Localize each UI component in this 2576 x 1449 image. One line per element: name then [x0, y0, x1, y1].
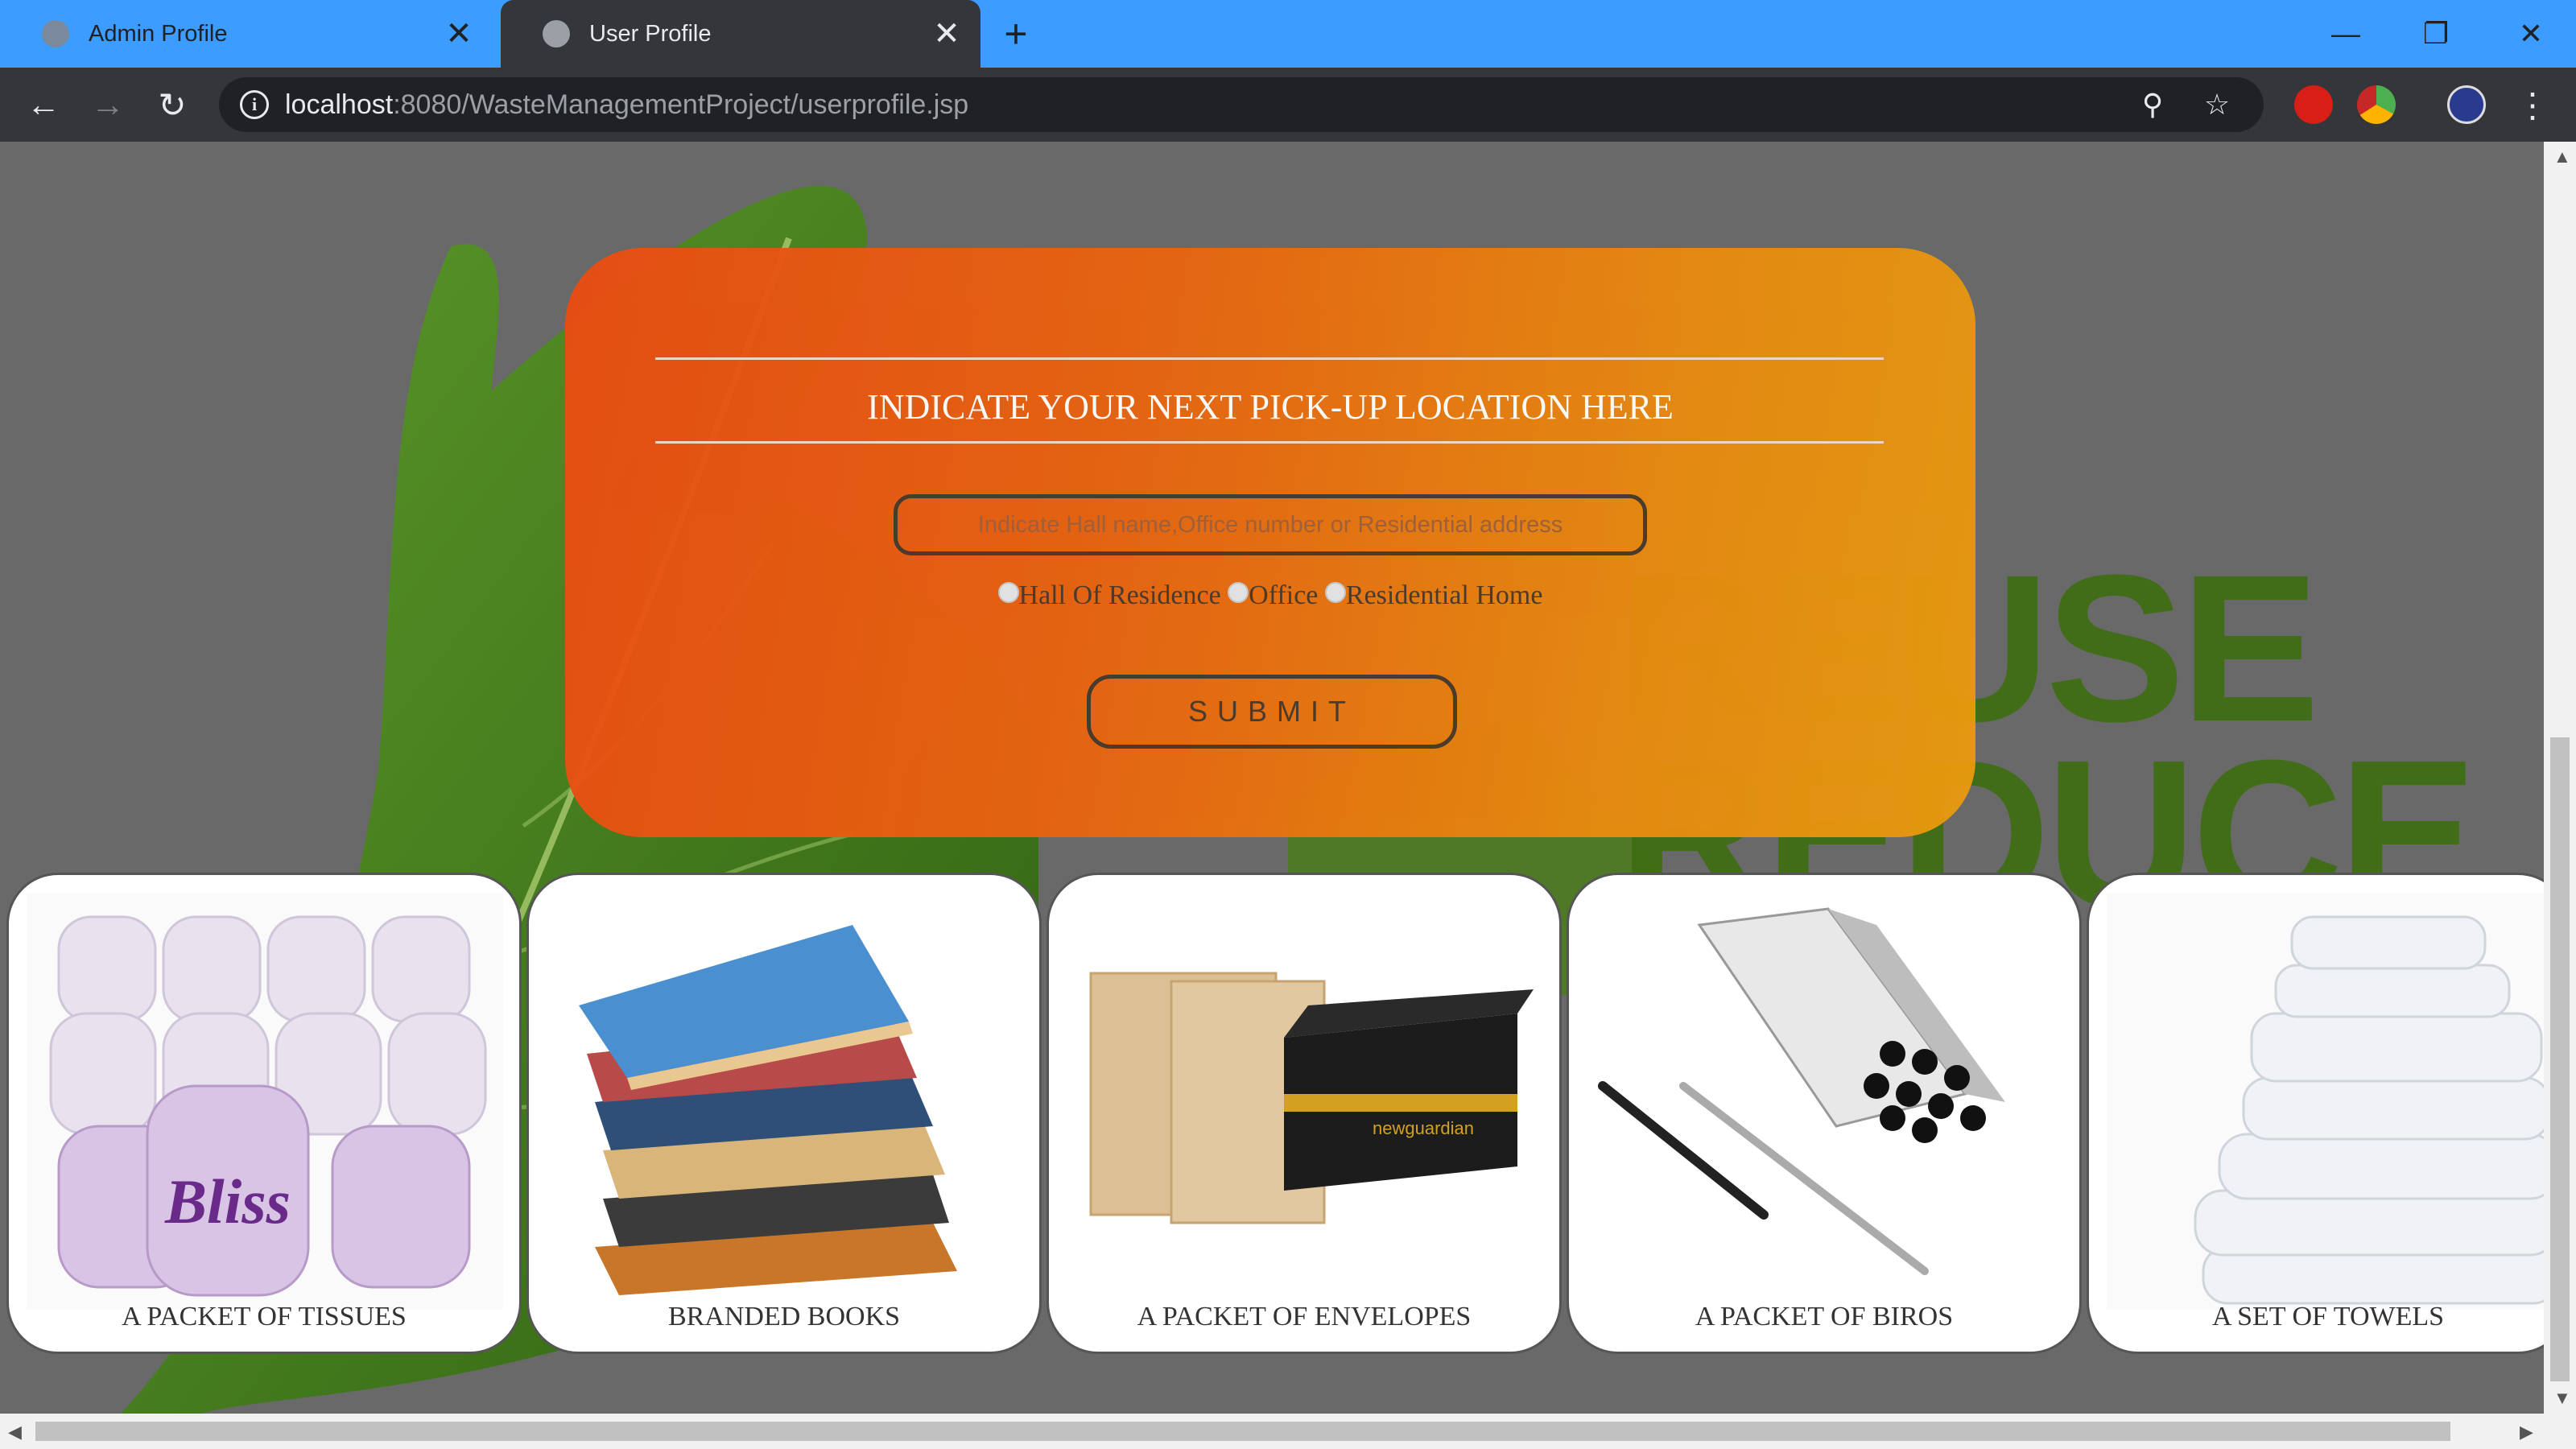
- location-type-group: Hall Of Residence Office Residential Hom…: [565, 580, 1975, 611]
- tab-title: User Profile: [589, 20, 712, 47]
- profile-avatar[interactable]: [2447, 85, 2486, 124]
- back-arrow-icon[interactable]: ←: [23, 84, 64, 126]
- color-extension-icon[interactable]: [2357, 85, 2396, 124]
- close-tab-icon[interactable]: ✕: [425, 0, 493, 68]
- biros-image: [1587, 893, 2063, 1310]
- pickup-location-form: INDICATE YOUR NEXT PICK-UP LOCATION HERE…: [565, 248, 1975, 837]
- forward-arrow-icon[interactable]: →: [87, 84, 129, 126]
- product-label: A PACKET OF BIROS: [1695, 1302, 1954, 1331]
- radio-label: Hall Of Residence: [1018, 580, 1221, 610]
- books-image: [547, 893, 1023, 1310]
- reload-icon[interactable]: ↻: [151, 84, 193, 126]
- tab-admin-profile[interactable]: Admin Profile ✕: [0, 0, 493, 68]
- svg-text:newguardian: newguardian: [1373, 1118, 1474, 1138]
- tissues-image: Bliss: [27, 893, 503, 1310]
- radio-hall-of-residence[interactable]: Hall Of Residence: [997, 580, 1221, 611]
- tab-strip: Admin Profile ✕ User Profile ✕ + — ❐ ✕: [0, 0, 2576, 68]
- address-input[interactable]: [894, 494, 1647, 555]
- product-card-towels[interactable]: A SET OF TOWELS: [2087, 873, 2544, 1354]
- product-label: A SET OF TOWELS: [2211, 1302, 2445, 1331]
- restore-icon[interactable]: ❐: [2391, 0, 2481, 68]
- scroll-up-icon[interactable]: ▲: [2553, 147, 2571, 167]
- close-tab-icon[interactable]: ✕: [913, 0, 980, 68]
- vertical-scrollbar[interactable]: ▲ ▼: [2544, 142, 2576, 1414]
- product-card-biros[interactable]: A PACKET OF BIROS: [1567, 873, 2082, 1354]
- menu-dots-icon[interactable]: ⋮: [2512, 84, 2553, 126]
- radio-office[interactable]: Office: [1228, 580, 1318, 611]
- browser-toolbar: ← → ↻ i localhost:8080/WasteManagementPr…: [0, 68, 2576, 142]
- product-card-books[interactable]: BRANDED BOOKS: [526, 873, 1042, 1354]
- product-label: BRANDED BOOKS: [667, 1302, 901, 1331]
- form-title: INDICATE YOUR NEXT PICK-UP LOCATION HERE: [867, 387, 1674, 427]
- scroll-left-icon[interactable]: ◀: [8, 1422, 22, 1443]
- star-icon[interactable]: ☆: [2199, 87, 2235, 122]
- address-bar[interactable]: i localhost:8080/WasteManagementProject/…: [219, 77, 2264, 132]
- envelopes-image: newguardian: [1067, 893, 1543, 1310]
- tab-title: Admin Profile: [89, 20, 228, 47]
- radio-button[interactable]: [1324, 582, 1346, 603]
- minimize-icon[interactable]: —: [2301, 0, 2391, 68]
- product-label: A PACKET OF TISSUES: [122, 1302, 407, 1331]
- towels-image: [2107, 893, 2544, 1310]
- scrollbar-thumb[interactable]: [35, 1422, 2450, 1441]
- radio-button[interactable]: [1228, 582, 1249, 603]
- svg-text:Bliss: Bliss: [164, 1166, 291, 1236]
- zoom-icon[interactable]: ⚲: [2135, 87, 2170, 122]
- close-window-icon[interactable]: ✕: [2486, 0, 2576, 68]
- globe-icon: [543, 20, 570, 47]
- product-label: A PACKET OF ENVELOPES: [1137, 1302, 1472, 1331]
- product-card-envelopes[interactable]: newguardian A PACKET OF ENVELOPES: [1046, 873, 1562, 1354]
- radio-button[interactable]: [997, 582, 1019, 603]
- product-card-tissues[interactable]: Bliss A PACKET OF TISSUES: [6, 873, 522, 1354]
- submit-button[interactable]: SUBMIT: [1087, 675, 1457, 749]
- adblock-extension-icon[interactable]: [2294, 85, 2333, 124]
- divider: [655, 357, 1884, 360]
- globe-icon: [42, 20, 69, 47]
- radio-label: Residential Home: [1345, 580, 1543, 610]
- horizontal-scrollbar[interactable]: ◀ ▶: [0, 1414, 2576, 1449]
- new-tab-button[interactable]: +: [995, 13, 1037, 55]
- scroll-down-icon[interactable]: ▼: [2553, 1388, 2571, 1409]
- radio-label: Office: [1249, 580, 1319, 610]
- url-text[interactable]: localhost:8080/WasteManagementProject/us…: [285, 77, 968, 132]
- page-viewport: REUSE REDUCE INDICATE YOUR NEXT PICK-UP …: [0, 142, 2544, 1414]
- scrollbar-thumb[interactable]: [2550, 737, 2570, 1381]
- product-gallery: Bliss A PACKET OF TISSUES BRANDED BOOKS: [0, 873, 2544, 1354]
- info-icon[interactable]: i: [240, 90, 269, 119]
- radio-residential-home[interactable]: Residential Home: [1324, 580, 1543, 611]
- tab-user-profile[interactable]: User Profile ✕: [501, 0, 980, 68]
- scroll-right-icon[interactable]: ▶: [2520, 1422, 2533, 1443]
- divider: [655, 441, 1884, 444]
